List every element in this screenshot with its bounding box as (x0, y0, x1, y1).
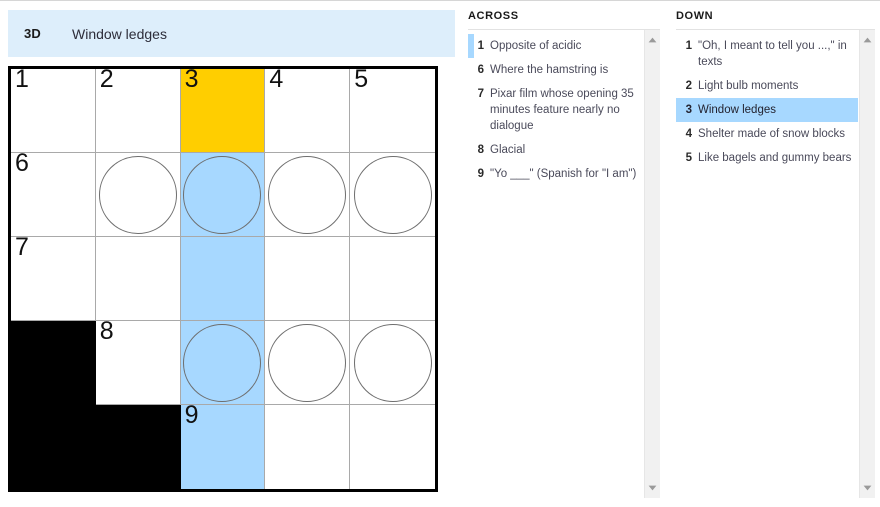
cell-number: 3 (184, 69, 199, 93)
across-scroll-area: 1 Opposite of acidic 6 Where the hamstring … (468, 29, 660, 498)
caret-down-icon[interactable] (645, 480, 660, 496)
top-divider (0, 0, 880, 1)
cell-number: 5 (354, 69, 369, 93)
clue-item[interactable]: 5 Like bagels and gummy bears (676, 146, 858, 170)
grid-cell[interactable] (265, 405, 351, 489)
clue-accent-bar (676, 146, 682, 170)
grid-cell[interactable]: 4 (265, 69, 351, 153)
caret-up-icon[interactable] (860, 32, 875, 48)
grid-cell[interactable]: 3 (180, 69, 266, 153)
grid-cell[interactable] (350, 153, 435, 237)
crossword-grid-cells: 1 2 3 4 5 6 7 8 9 (11, 69, 435, 489)
clue-accent-bar (676, 98, 682, 122)
cell-number: 1 (15, 69, 29, 93)
cell-circle-marker (268, 155, 347, 234)
cell-number: 7 (15, 237, 29, 261)
clue-text: Shelter made of snow blocks (698, 128, 846, 140)
grid-cell[interactable]: 1 (11, 69, 96, 153)
down-clue-list[interactable]: 1 "Oh, I meant to tell you ...," in texts… (676, 30, 858, 497)
current-clue-bar[interactable]: 3D Window ledges (8, 10, 455, 57)
caret-down-icon[interactable] (860, 480, 875, 496)
cell-number: 8 (99, 321, 114, 345)
grid-cell[interactable] (265, 153, 351, 237)
grid-cell-block (95, 405, 181, 489)
grid-cell[interactable]: 5 (350, 69, 435, 153)
grid-cell[interactable] (180, 153, 266, 237)
clue-text: Where the hamstring is (490, 64, 609, 76)
grid-cell[interactable] (265, 237, 351, 321)
down-clue-panel: DOWN 1 "Oh, I meant to tell you ...," in … (676, 10, 875, 498)
cell-circle-marker (183, 155, 262, 234)
clue-item[interactable]: 1 Opposite of acidic (468, 34, 643, 58)
clue-text: "Oh, I meant to tell you ...," in texts (698, 40, 847, 68)
puzzle-column: 3D Window ledges 1 2 3 4 5 6 7 8 9 (8, 10, 455, 492)
clue-accent-bar (468, 34, 474, 58)
clue-text: Light bulb moments (698, 80, 799, 92)
clue-item[interactable]: 7 Pixar film whose opening 35 minutes fea… (468, 82, 643, 138)
cell-number: 2 (99, 69, 114, 93)
clue-text: Pixar film whose opening 35 minutes feat… (490, 88, 634, 132)
grid-cell[interactable] (95, 237, 181, 321)
grid-cell[interactable]: 2 (95, 69, 181, 153)
grid-cell[interactable]: 7 (11, 237, 96, 321)
crossword-grid[interactable]: 1 2 3 4 5 6 7 8 9 (8, 66, 438, 492)
current-clue-label: 3D (24, 26, 42, 41)
cell-circle-marker (353, 155, 432, 234)
cell-number: 9 (184, 405, 199, 429)
grid-cell[interactable] (180, 237, 266, 321)
grid-cell-block (11, 321, 96, 405)
clue-text: Glacial (490, 144, 526, 156)
current-clue-text: Window ledges (72, 25, 167, 42)
cell-number: 4 (269, 69, 284, 93)
clue-accent-bar (468, 138, 474, 162)
grid-cell[interactable]: 8 (95, 321, 181, 405)
cell-circle-marker (183, 323, 262, 402)
clue-accent-bar (468, 162, 474, 186)
across-scrollbar-thumb[interactable] (647, 48, 658, 348)
across-scrollbar[interactable] (644, 30, 660, 498)
across-clue-list[interactable]: 1 Opposite of acidic 6 Where the hamstring … (468, 30, 643, 497)
clue-item[interactable]: 1 "Oh, I meant to tell you ...," in texts (676, 34, 858, 74)
clue-accent-bar (676, 122, 682, 146)
clue-text: Window ledges (698, 104, 776, 116)
cell-number: 6 (15, 153, 29, 177)
cell-circle-marker (353, 323, 432, 402)
down-heading: DOWN (676, 10, 714, 22)
clue-item[interactable]: 2 Light bulb moments (676, 74, 858, 98)
clue-item[interactable]: 3 Window ledges (676, 98, 858, 122)
clue-text: Like bagels and gummy bears (698, 152, 852, 164)
clue-accent-bar (468, 58, 474, 82)
grid-cell[interactable] (180, 321, 266, 405)
across-heading: ACROSS (468, 10, 519, 22)
grid-cell[interactable]: 6 (11, 153, 96, 237)
clue-text: "Yo ___" (Spanish for "I am") (490, 168, 637, 180)
clue-item[interactable]: 9 "Yo ___" (Spanish for "I am") (468, 162, 643, 186)
clue-text: Opposite of acidic (490, 40, 582, 52)
across-clue-panel: ACROSS 1 Opposite of acidic 6 Where the ham… (468, 10, 660, 498)
cell-circle-marker (98, 155, 177, 234)
grid-cell[interactable] (350, 321, 435, 405)
down-scrollbar-thumb[interactable] (862, 48, 873, 348)
caret-up-icon[interactable] (645, 32, 660, 48)
grid-cell[interactable] (350, 405, 435, 489)
clue-accent-bar (676, 74, 682, 98)
cell-circle-marker (268, 323, 347, 402)
clue-item[interactable]: 4 Shelter made of snow blocks (676, 122, 858, 146)
grid-cell[interactable] (350, 237, 435, 321)
clue-accent-bar (676, 34, 682, 74)
grid-cell[interactable] (95, 153, 181, 237)
crossword-app: 3D Window ledges 1 2 3 4 5 6 7 8 9 ACROSS 1 Oppos… (0, 0, 880, 507)
down-scroll-area: 1 "Oh, I meant to tell you ...," in texts… (676, 29, 875, 498)
clue-item[interactable]: 8 Glacial (468, 138, 643, 162)
grid-cell-block (11, 405, 96, 489)
clue-accent-bar (468, 82, 474, 138)
down-scrollbar[interactable] (859, 30, 875, 498)
grid-cell[interactable] (265, 321, 351, 405)
grid-cell[interactable]: 9 (180, 405, 266, 489)
clue-item[interactable]: 6 Where the hamstring is (468, 58, 643, 82)
